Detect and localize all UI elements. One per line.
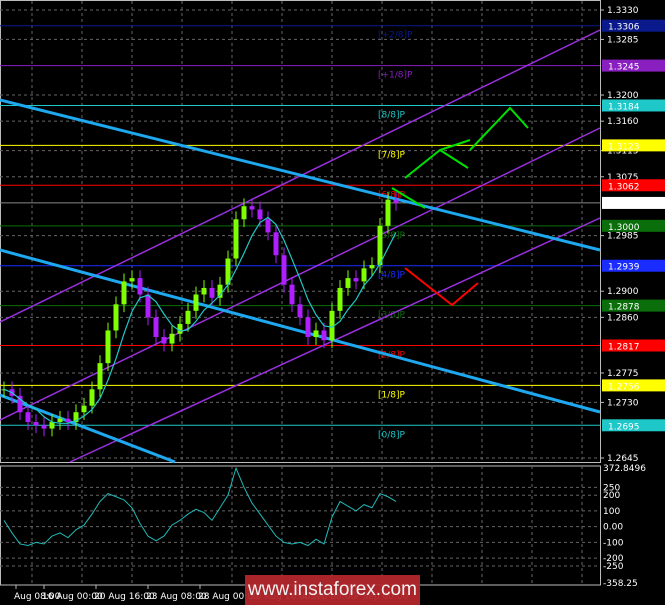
price-tick-label: 1.2900 <box>607 287 639 297</box>
candle <box>305 317 311 337</box>
candle <box>161 337 167 344</box>
forecast-arrow-up <box>469 106 529 151</box>
price-tick-label: 1.3330 <box>607 6 639 16</box>
price-tick-label: 1.2645 <box>607 454 639 464</box>
candle <box>313 330 319 337</box>
murrey-level-label: [+2/8]P <box>378 31 413 41</box>
price-label-value: 1.2939 <box>608 263 640 273</box>
candle <box>297 304 303 318</box>
candle <box>129 278 135 282</box>
candle <box>41 425 47 429</box>
candle <box>289 284 295 305</box>
price-label-value: 1.3062 <box>608 182 640 192</box>
oscillator-tick-label: -250 <box>603 562 624 572</box>
price-label-value: 1.2756 <box>608 382 640 392</box>
candle <box>121 281 127 305</box>
trend-line <box>0 393 176 464</box>
candle <box>97 363 103 390</box>
price-tick-label: 1.2775 <box>607 369 639 379</box>
watermark-logo: www.instaforex.com <box>245 575 420 605</box>
oscillator-tick-label: 200 <box>603 491 620 501</box>
candle <box>81 405 87 413</box>
oscillator-tick-label: 372.8496 <box>603 464 646 474</box>
candle <box>65 418 71 423</box>
price-label-value: 1.3000 <box>608 223 640 233</box>
price-label-value: 1.2878 <box>608 303 640 313</box>
candle <box>209 287 215 298</box>
candle <box>185 310 191 324</box>
price-tick-label: 1.2860 <box>607 313 639 323</box>
murrey-level-label: [4/8]P <box>378 271 406 281</box>
candle <box>233 219 239 259</box>
candle <box>273 232 279 256</box>
price-label-value: 1.3184 <box>608 102 640 112</box>
candle <box>105 330 111 364</box>
price-label-value: 1.2695 <box>608 422 640 432</box>
candle <box>361 268 367 282</box>
candle <box>25 412 31 423</box>
candle <box>169 333 175 344</box>
price-label-value: 1.3123 <box>608 142 640 152</box>
murrey-level-label: [1/8]P <box>378 390 406 400</box>
oscillator-tick-label: -100 <box>603 538 624 548</box>
candle <box>137 278 143 295</box>
moving-average-line <box>3 216 397 424</box>
candle <box>369 265 375 269</box>
oscillator-pane-border <box>0 465 601 586</box>
current-price-value: 1.3035 <box>608 200 640 210</box>
price-label-value: 1.3306 <box>608 23 640 33</box>
candle <box>177 323 183 334</box>
price-label-value: 1.3245 <box>608 63 640 73</box>
price-tick-label: 1.2730 <box>607 398 639 408</box>
candle <box>49 422 55 429</box>
oscillator-line <box>3 466 397 547</box>
candle <box>393 199 399 203</box>
candle <box>321 330 327 341</box>
candle <box>337 287 343 311</box>
forecast-arrow-up <box>439 149 469 169</box>
candle <box>33 422 39 426</box>
murrey-level-label: [0/8]P <box>378 430 406 440</box>
candle <box>257 209 263 220</box>
candle <box>385 199 391 226</box>
candle <box>281 255 287 285</box>
price-chart[interactable]: 1.33301.32851.32001.31601.31151.30751.29… <box>0 0 665 605</box>
candle <box>249 206 255 210</box>
candle <box>145 294 151 318</box>
candle <box>265 219 271 233</box>
murrey-level-label: [7/8]P <box>378 150 406 160</box>
candle <box>89 389 95 406</box>
murrey-level-label: [8/8]P <box>378 110 406 120</box>
oscillator-tick-label: -358.25 <box>603 579 638 589</box>
candle <box>353 278 359 282</box>
price-tick-label: 1.3160 <box>607 117 639 127</box>
price-label-value: 1.2817 <box>608 343 640 353</box>
candle <box>241 206 247 220</box>
candle <box>201 287 207 295</box>
oscillator-tick-label: 0.00 <box>603 523 623 533</box>
oscillator-tick-label: 100 <box>603 507 620 517</box>
candle <box>113 304 119 331</box>
candle <box>193 294 199 311</box>
murrey-level-label: [+1/8]P <box>378 71 413 81</box>
candle <box>153 317 159 337</box>
price-tick-label: 1.3285 <box>607 35 639 45</box>
candle <box>57 418 63 423</box>
trend-line <box>0 98 601 252</box>
candle <box>345 278 351 288</box>
price-tick-label: 1.2985 <box>607 232 639 242</box>
forecast-arrow-down <box>404 267 479 307</box>
